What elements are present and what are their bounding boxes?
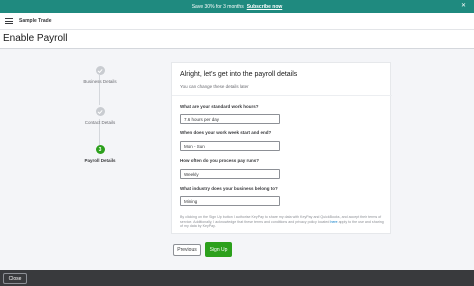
top-bar: Sample Trade	[0, 13, 474, 30]
promo-banner: Save 30% for 3 months Subscribe now ✕	[0, 0, 474, 13]
subscribe-now-link[interactable]: Subscribe now	[247, 4, 283, 10]
sign-up-button[interactable]: Sign Up	[205, 242, 232, 257]
payroll-details-card: Alright, let's get into the payroll deta…	[171, 62, 392, 234]
step-number: 3	[95, 145, 105, 154]
step-contact-details: Contact Details	[70, 107, 130, 125]
pay-frequency-label: How often do you process pay runs?	[180, 158, 260, 163]
close-icon[interactable]: ✕	[461, 3, 466, 9]
pay-frequency-input[interactable]	[180, 169, 280, 179]
company-name: Sample Trade	[19, 18, 52, 24]
check-icon	[95, 66, 105, 75]
card-subheading: You can change these details later	[180, 84, 249, 89]
bottom-bar: Close	[0, 270, 474, 286]
work-hours-input[interactable]	[180, 114, 280, 124]
promo-text: Save 30% for 3 months	[191, 3, 244, 10]
step-label: Business Details	[83, 79, 117, 84]
step-label: Contact Details	[84, 120, 116, 125]
industry-input[interactable]	[180, 196, 280, 206]
step-label: Payroll Details	[84, 158, 116, 163]
divider	[172, 95, 392, 96]
page-header: Enable Payroll	[0, 30, 474, 49]
terms-text: By clicking on the Sign Up button I auth…	[180, 215, 386, 229]
close-button[interactable]: Close	[3, 273, 27, 284]
check-icon	[95, 107, 105, 116]
page-title: Enable Payroll	[3, 33, 68, 44]
work-week-label: When does your work week start and end?	[180, 130, 272, 135]
hamburger-icon[interactable]	[5, 18, 13, 24]
work-hours-label: What are your standard work hours?	[180, 104, 259, 109]
work-week-input[interactable]	[180, 141, 280, 151]
previous-button[interactable]: Previous	[173, 244, 201, 256]
industry-label: What industry does your business belong …	[180, 186, 278, 191]
card-heading: Alright, let's get into the payroll deta…	[180, 71, 298, 78]
terms-link[interactable]: here	[330, 220, 337, 224]
step-business-details: Business Details	[70, 66, 130, 84]
step-payroll-details: 3 Payroll Details	[70, 145, 130, 163]
